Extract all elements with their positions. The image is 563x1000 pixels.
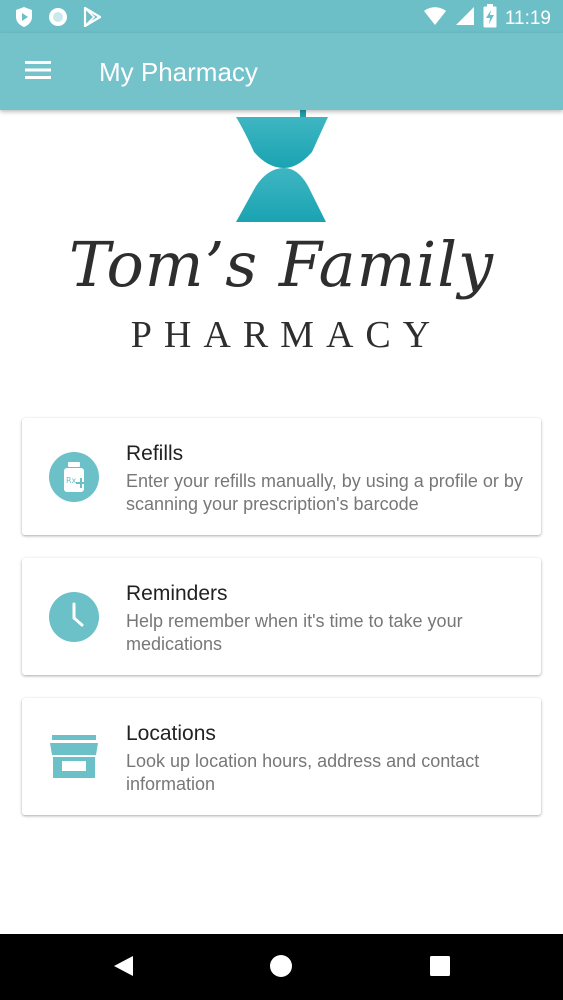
shield-play-icon [14, 6, 34, 33]
play-store-icon [82, 6, 102, 32]
app-title: My Pharmacy [99, 57, 258, 87]
refills-description: Enter your refills manually, by using a … [126, 471, 523, 514]
hamburger-menu-icon [25, 60, 51, 85]
app-bar: My Pharmacy [0, 33, 563, 110]
menu-button[interactable] [18, 53, 58, 91]
status-bar: 11:19 [0, 0, 563, 33]
system-icons: 11:19 [423, 4, 551, 33]
locations-title: Locations [126, 722, 216, 745]
wifi-icon [423, 6, 447, 31]
recents-icon [429, 955, 451, 982]
reminders-card[interactable]: Reminders Help remember when it's time t… [22, 558, 541, 675]
svg-text:Rx: Rx [66, 476, 77, 485]
locations-card[interactable]: Locations Look up location hours, addres… [22, 698, 541, 815]
locations-description: Look up location hours, address and cont… [126, 751, 480, 794]
rx-bottle-icon: Rx [48, 451, 100, 503]
notification-icons [14, 6, 102, 33]
pharmacy-logo: Tom’s Family PHARMACY [0, 110, 563, 370]
home-button[interactable] [264, 951, 298, 985]
back-icon [112, 954, 134, 983]
logo-script-text: Tom’s Family [68, 228, 495, 301]
system-nav-bar [0, 934, 563, 1000]
refills-card[interactable]: Rx Refills Enter your refills manually, … [22, 418, 541, 535]
reminders-title: Reminders [126, 582, 228, 605]
home-icon [269, 954, 293, 983]
status-time: 11:19 [504, 7, 551, 29]
battery-charging-icon [483, 4, 497, 33]
circle-icon [48, 7, 68, 32]
logo-pharmacy-text: PHARMACY [130, 314, 443, 356]
store-icon [48, 731, 100, 783]
clock-icon [48, 591, 100, 643]
refills-title: Refills [126, 442, 184, 465]
mortar-pestle-icon [232, 110, 332, 231]
back-button[interactable] [106, 951, 140, 985]
reminders-description: Help remember when it's time to take you… [126, 611, 463, 654]
signal-icon [455, 6, 475, 31]
recents-button[interactable] [423, 951, 457, 985]
